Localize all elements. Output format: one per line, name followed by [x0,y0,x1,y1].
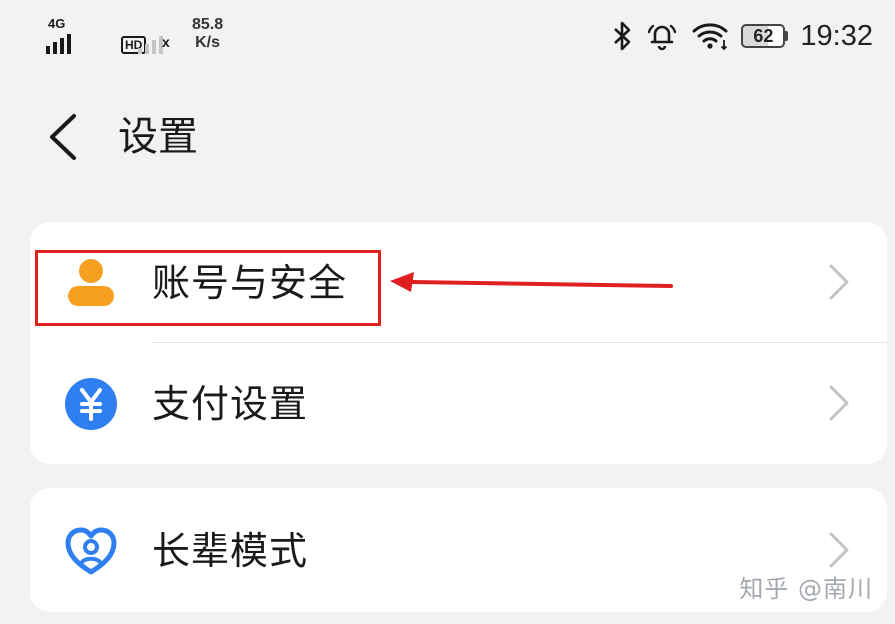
back-button[interactable] [44,112,84,162]
chevron-right-icon [829,264,849,300]
status-bar: 4G HD x 85.8 K/s 62 19:32 [0,0,895,70]
watermark: 知乎 @南川 [739,575,873,603]
speed-unit: K/s [195,34,221,51]
signal-2-icon [138,32,163,54]
page-title: 设置 [118,114,198,160]
highlight-box [35,250,381,326]
chevron-left-icon [50,114,76,160]
arrow-annotation [390,272,673,292]
chevron-right-icon [829,532,849,568]
bell-icon [648,24,677,51]
yen-icon [65,378,117,430]
no-service-mark: x [162,34,170,50]
network-speed: 85.8 K/s [192,16,223,52]
signal-group: HD [46,14,147,54]
bluetooth-icon [614,21,631,51]
chevron-right-icon [829,385,849,421]
wifi-icon [692,23,728,51]
clock: 19:32 [800,19,873,52]
speed-value: 85.8 [192,16,224,33]
settings-item-payment[interactable]: 支付设置 [30,343,887,463]
battery-level: 62 [741,24,786,48]
status-icons: 62 19:32 [611,18,873,54]
settings-item-label: 长辈模式 [152,529,309,573]
settings-item-label: 支付设置 [152,382,309,426]
heart-person-icon [65,527,117,575]
signal-icon [46,32,71,54]
battery-icon: 62 [741,24,789,48]
